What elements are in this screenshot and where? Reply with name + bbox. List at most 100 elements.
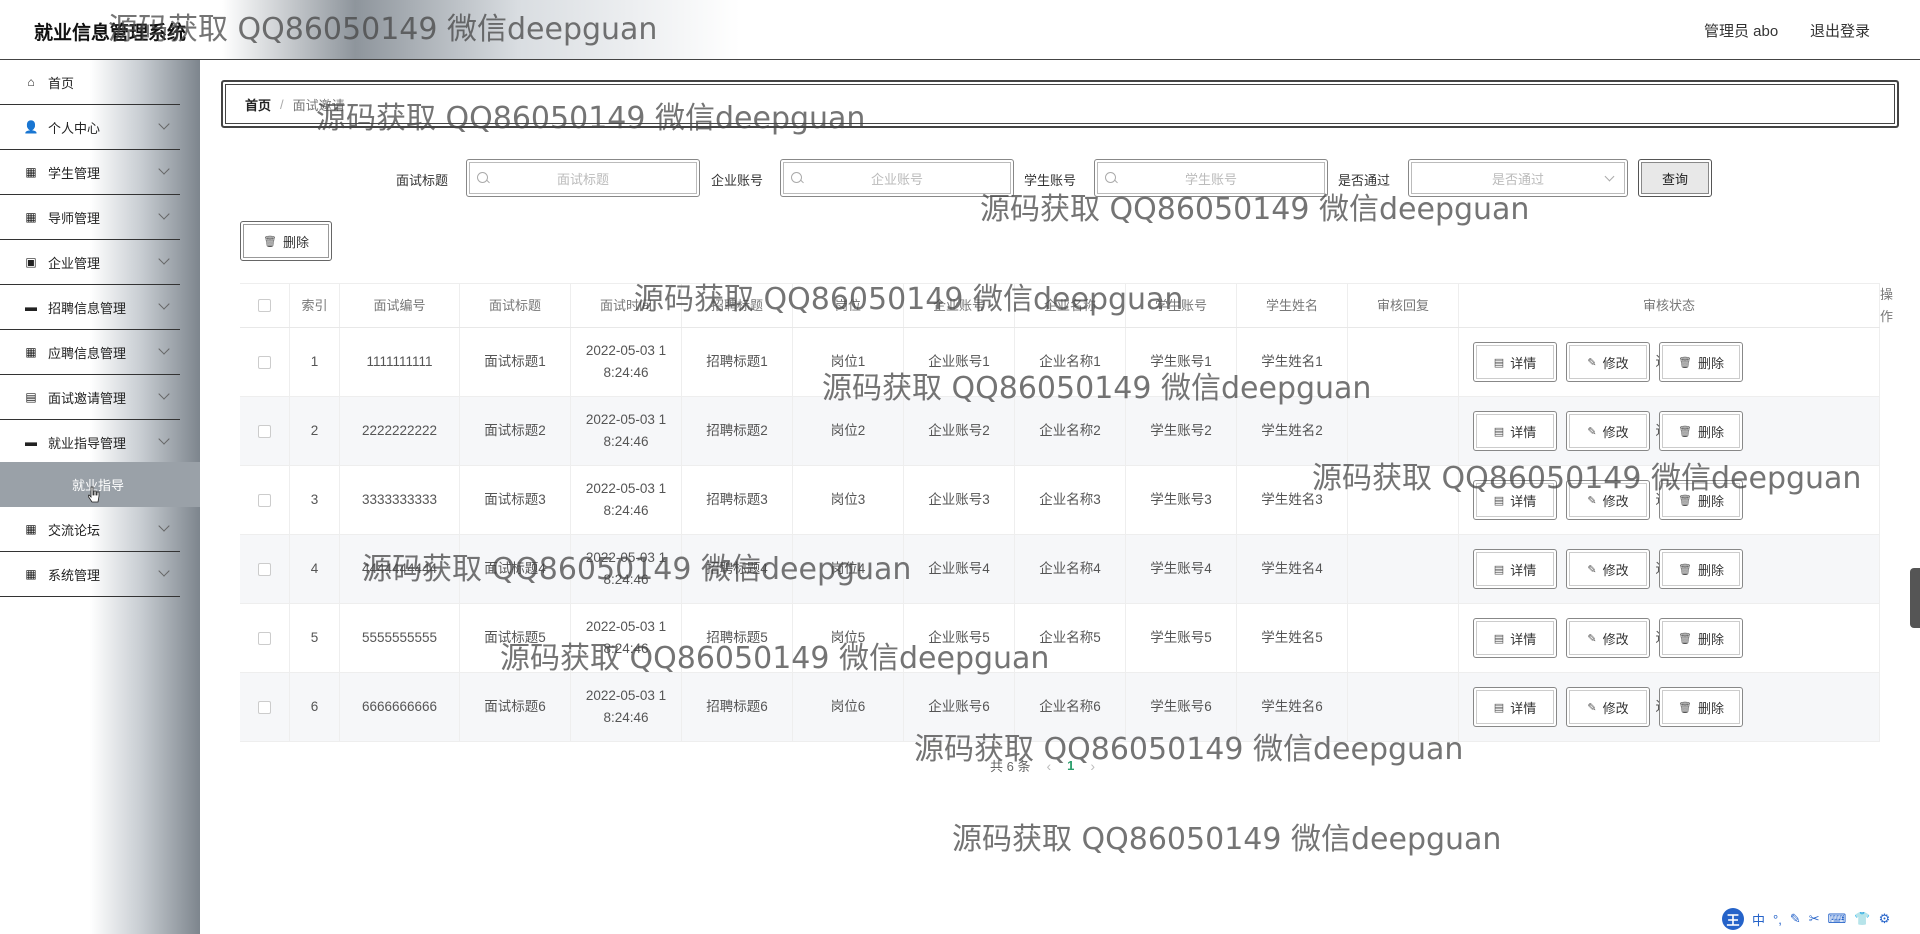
search-student-placeholder: 学生账号 bbox=[1184, 171, 1237, 187]
edit-button[interactable]: ✎ 修改 bbox=[1566, 342, 1650, 382]
delete-button[interactable]: 🗑 删除 bbox=[1659, 411, 1743, 451]
sidebar-item[interactable]: ▦ 交流论坛 bbox=[0, 507, 180, 552]
detail-button[interactable]: ▤ 详情 bbox=[1473, 618, 1557, 658]
table-row: 1 1111111111 面试标题1 2022-05-03 18:24:46 招聘标题1… bbox=[240, 328, 1880, 397]
sidebar-item[interactable]: ▤ 面试邀请管理 bbox=[0, 375, 180, 420]
delete-button-label: 删除 bbox=[1697, 493, 1724, 509]
query-button[interactable]: 查询 bbox=[1638, 159, 1712, 197]
cell-title: 面试标题5 bbox=[460, 604, 571, 672]
user-icon: 👤 bbox=[23, 120, 39, 134]
detail-button[interactable]: ▤ 详情 bbox=[1473, 342, 1557, 382]
table-row: 3 3333333333 面试标题3 2022-05-03 18:24:46 招聘标题3… bbox=[240, 466, 1880, 535]
search-passed-label: 是否通过 bbox=[1338, 173, 1391, 188]
row-checkbox[interactable] bbox=[258, 355, 271, 369]
sidebar-item-label: 面试邀请管理 bbox=[48, 390, 127, 406]
mouse-cursor-icon bbox=[88, 486, 100, 503]
column-header: 审核状态 bbox=[1459, 284, 1880, 327]
cell-company-account: 企业账号3 bbox=[904, 466, 1015, 534]
cell-index: 1 bbox=[290, 328, 340, 396]
grid-icon: ▦ bbox=[25, 210, 37, 224]
search-company-input[interactable]: 企业账号 bbox=[780, 159, 1014, 197]
logout-link[interactable]: 退出登录 bbox=[1810, 20, 1870, 41]
sidebar-item[interactable]: ▣ 企业管理 bbox=[0, 240, 180, 285]
cell-company-name: 企业名称5 bbox=[1015, 604, 1126, 672]
trash-icon: 🗑 bbox=[1678, 632, 1692, 645]
detail-button[interactable]: ▤ 详情 bbox=[1473, 411, 1557, 451]
page-number[interactable]: 1 bbox=[1067, 758, 1074, 773]
row-checkbox[interactable] bbox=[258, 562, 271, 576]
trash-icon: 🗑 bbox=[263, 235, 277, 248]
sidebar-item[interactable]: ▦ 系统管理 bbox=[0, 552, 180, 597]
cell-time: 2022-05-03 18:24:46 bbox=[571, 604, 682, 672]
chevron-down-icon bbox=[158, 208, 170, 220]
breadcrumb: 首页 / 面试邀请 bbox=[221, 80, 1899, 128]
edit-button[interactable]: ✎ 修改 bbox=[1566, 411, 1650, 451]
row-checkbox[interactable] bbox=[258, 700, 271, 714]
delete-button[interactable]: 🗑 删除 bbox=[1659, 480, 1743, 520]
detail-button[interactable]: ▤ 详情 bbox=[1473, 687, 1557, 727]
document-icon: ▤ bbox=[1493, 701, 1505, 714]
ime-logo-icon[interactable]: 王 bbox=[1722, 908, 1744, 930]
column-header: 审核回复 bbox=[1348, 284, 1459, 327]
sidebar-item[interactable]: ▦ 学生管理 bbox=[0, 150, 180, 195]
ime-pen-icon[interactable]: ✎ bbox=[1790, 911, 1801, 927]
row-checkbox[interactable] bbox=[258, 631, 271, 645]
delete-button-label: 删除 bbox=[1697, 424, 1724, 440]
delete-button[interactable]: 🗑 删除 bbox=[1659, 687, 1743, 727]
cell-time: 2022-05-03 18:24:46 bbox=[571, 535, 682, 603]
column-header: 学生姓名 bbox=[1237, 284, 1348, 327]
sidebar-item[interactable]: ▬ 就业指导管理 bbox=[0, 420, 180, 465]
delete-button[interactable]: 🗑 删除 bbox=[1659, 549, 1743, 589]
detail-button[interactable]: ▤ 详情 bbox=[1473, 480, 1557, 520]
cell-student-name: 学生姓名4 bbox=[1237, 535, 1348, 603]
row-checkbox-cell bbox=[240, 466, 290, 534]
sidebar-item[interactable]: ⌂ 首页 bbox=[0, 60, 180, 105]
row-checkbox[interactable] bbox=[258, 424, 271, 438]
ime-settings-icon[interactable]: ⚙ bbox=[1879, 911, 1891, 927]
search-student-input[interactable]: 学生账号 bbox=[1094, 159, 1328, 197]
ime-skin-icon[interactable]: 👕 bbox=[1854, 911, 1870, 927]
ime-punct-icon[interactable]: °, bbox=[1773, 912, 1782, 927]
cell-index: 4 bbox=[290, 535, 340, 603]
delete-button[interactable]: 🗑 删除 bbox=[1659, 342, 1743, 382]
prev-page-icon[interactable]: ‹ bbox=[1046, 758, 1051, 774]
select-all-checkbox[interactable] bbox=[258, 299, 271, 312]
cell-reply bbox=[1348, 397, 1459, 465]
document-icon: ▤ bbox=[1493, 494, 1505, 507]
search-passed-placeholder: 是否通过 bbox=[1491, 171, 1544, 187]
sidebar-subitem-active[interactable]: 就业指导 bbox=[0, 462, 200, 507]
detail-button[interactable]: ▤ 详情 bbox=[1473, 549, 1557, 589]
edit-button[interactable]: ✎ 修改 bbox=[1566, 687, 1650, 727]
side-drawer-handle[interactable] bbox=[1910, 568, 1920, 628]
edit-button[interactable]: ✎ 修改 bbox=[1566, 549, 1650, 589]
cell-position: 岗位1 bbox=[793, 328, 904, 396]
sidebar-item[interactable]: ▬ 招聘信息管理 bbox=[0, 285, 180, 330]
ime-keyboard-icon[interactable]: ⌨ bbox=[1828, 911, 1847, 927]
cell-company-account: 企业账号4 bbox=[904, 535, 1015, 603]
row-checkbox[interactable] bbox=[258, 493, 271, 507]
document-icon: ▤ bbox=[1493, 356, 1505, 369]
search-passed-select[interactable]: 是否通过 bbox=[1408, 159, 1628, 197]
trash-icon: 🗑 bbox=[1678, 701, 1692, 714]
sidebar-item[interactable]: ▦ 应聘信息管理 bbox=[0, 330, 180, 375]
ime-mode[interactable]: 中 bbox=[1752, 910, 1765, 929]
batch-delete-button[interactable]: 🗑 删除 bbox=[240, 221, 332, 261]
chevron-down-icon bbox=[158, 433, 170, 445]
ime-scissors-icon[interactable]: ✂ bbox=[1809, 911, 1820, 927]
search-title-input[interactable]: 面试标题 bbox=[466, 159, 700, 197]
cell-company-account: 企业账号6 bbox=[904, 673, 1015, 741]
breadcrumb-home[interactable]: 首页 bbox=[245, 95, 271, 114]
sidebar-item[interactable]: ▦ 导师管理 bbox=[0, 195, 180, 240]
delete-button[interactable]: 🗑 删除 bbox=[1659, 618, 1743, 658]
edit-button[interactable]: ✎ 修改 bbox=[1566, 480, 1650, 520]
breadcrumb-current: 面试邀请 bbox=[292, 97, 345, 113]
cell-company-account: 企业账号1 bbox=[904, 328, 1015, 396]
sidebar-item-label: 首页 bbox=[48, 75, 75, 91]
cell-position: 岗位4 bbox=[793, 535, 904, 603]
cell-code: 4444444444 bbox=[340, 535, 460, 603]
breadcrumb-separator: / bbox=[280, 96, 284, 112]
sidebar-item[interactable]: 👤 个人中心 bbox=[0, 105, 180, 150]
edit-button[interactable]: ✎ 修改 bbox=[1566, 618, 1650, 658]
ime-toolbar[interactable]: 王 中 °, ✎ ✂ ⌨ 👕 ⚙ bbox=[1722, 904, 1890, 934]
next-page-icon[interactable]: › bbox=[1090, 758, 1095, 774]
